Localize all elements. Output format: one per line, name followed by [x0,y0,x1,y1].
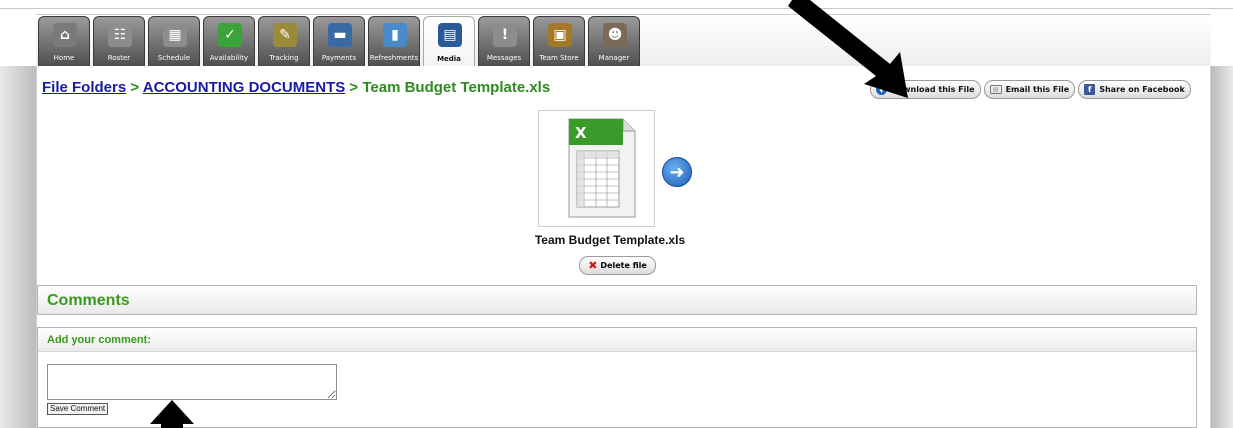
breadcrumb-separator: > [349,79,359,96]
tab-label: Manager [598,54,630,62]
comments-header: Comments [37,285,1197,315]
share-facebook-label: Share on Facebook [1099,85,1185,94]
delete-file-label: Delete file [600,261,647,270]
breadcrumb-separator: > [130,79,140,96]
envelope-icon: ✉ [989,85,1002,94]
calendar-icon: ▦ [163,23,187,47]
annotation-arrow-icon [788,0,908,98]
tab-roster[interactable]: ☷ Roster [93,16,145,66]
payment-card-icon: ▬ [328,23,352,47]
tab-label: Payments [321,54,357,62]
tab-label: Media [437,55,461,63]
tab-label: Availability [209,54,249,62]
annotation-arrow-up-icon [150,400,194,428]
tab-label: Home [53,54,75,62]
breadcrumb: File Folders > ACCOUNTING DOCUMENTS > Te… [42,79,550,96]
svg-text:X: X [575,124,587,142]
clipboard-icon: ✎ [273,23,297,47]
spreadsheet-icon: X [568,118,636,218]
email-file-label: Email this File [1005,85,1070,94]
roster-icon: ☷ [108,23,132,47]
next-file-arrow-icon[interactable]: ➜ [662,157,692,187]
breadcrumb-current-file: Team Budget Template.xls [362,79,551,96]
tab-tracking[interactable]: ✎ Tracking [258,16,310,66]
speech-bubble-icon: ! [493,23,517,47]
tab-team-store[interactable]: ▣ Team Store [533,16,585,66]
tab-schedule[interactable]: ▦ Schedule [148,16,200,66]
tab-payments[interactable]: ▬ Payments [313,16,365,66]
person-icon: ☻ [603,23,627,47]
breadcrumb-folder-link[interactable]: ACCOUNTING DOCUMENTS [143,79,346,96]
tab-messages[interactable]: ! Messages [478,16,530,66]
tab-manager[interactable]: ☻ Manager [588,16,640,66]
tab-home[interactable]: ⌂ Home [38,16,90,66]
shopping-bag-icon: ▣ [548,23,572,47]
breadcrumb-file-folders-link[interactable]: File Folders [42,79,126,96]
checkmark-icon: ✓ [218,23,242,47]
tab-label: Tracking [269,54,299,62]
tab-label: Team Store [539,54,579,62]
tab-label: Roster [107,54,131,62]
share-facebook-button[interactable]: f Share on Facebook [1078,80,1191,99]
left-gutter [0,66,36,428]
delete-x-icon: ✖ [588,259,598,272]
nav-tabs: ⌂ Home ☷ Roster ▦ Schedule ✓ Availability ✎ Track… [38,16,643,67]
tab-refreshments[interactable]: ▮ Refreshments [368,16,420,66]
film-icon: ▤ [438,23,462,47]
file-name: Team Budget Template.xls [534,233,686,247]
facebook-icon: f [1084,84,1096,95]
top-divider [0,8,1233,9]
tab-label: Messages [486,54,522,62]
cup-icon: ▮ [383,23,407,47]
home-icon: ⌂ [53,23,77,47]
email-file-button[interactable]: ✉ Email this File [983,80,1076,99]
tab-label: Schedule [157,54,191,62]
tab-availability[interactable]: ✓ Availability [203,16,255,66]
right-gutter [1211,66,1233,428]
add-comment-header: Add your comment: [38,328,1196,352]
tab-label: Refreshments [369,54,419,62]
file-thumbnail[interactable]: X [538,110,655,227]
tab-media[interactable]: ▤ Media [423,16,475,67]
save-comment-button[interactable]: Save Comment [47,403,109,415]
delete-file-button[interactable]: ✖ Delete file [579,256,656,275]
comment-textarea[interactable] [47,364,337,400]
add-comment-label: Add your comment: [47,334,151,346]
comments-title: Comments [47,292,130,309]
